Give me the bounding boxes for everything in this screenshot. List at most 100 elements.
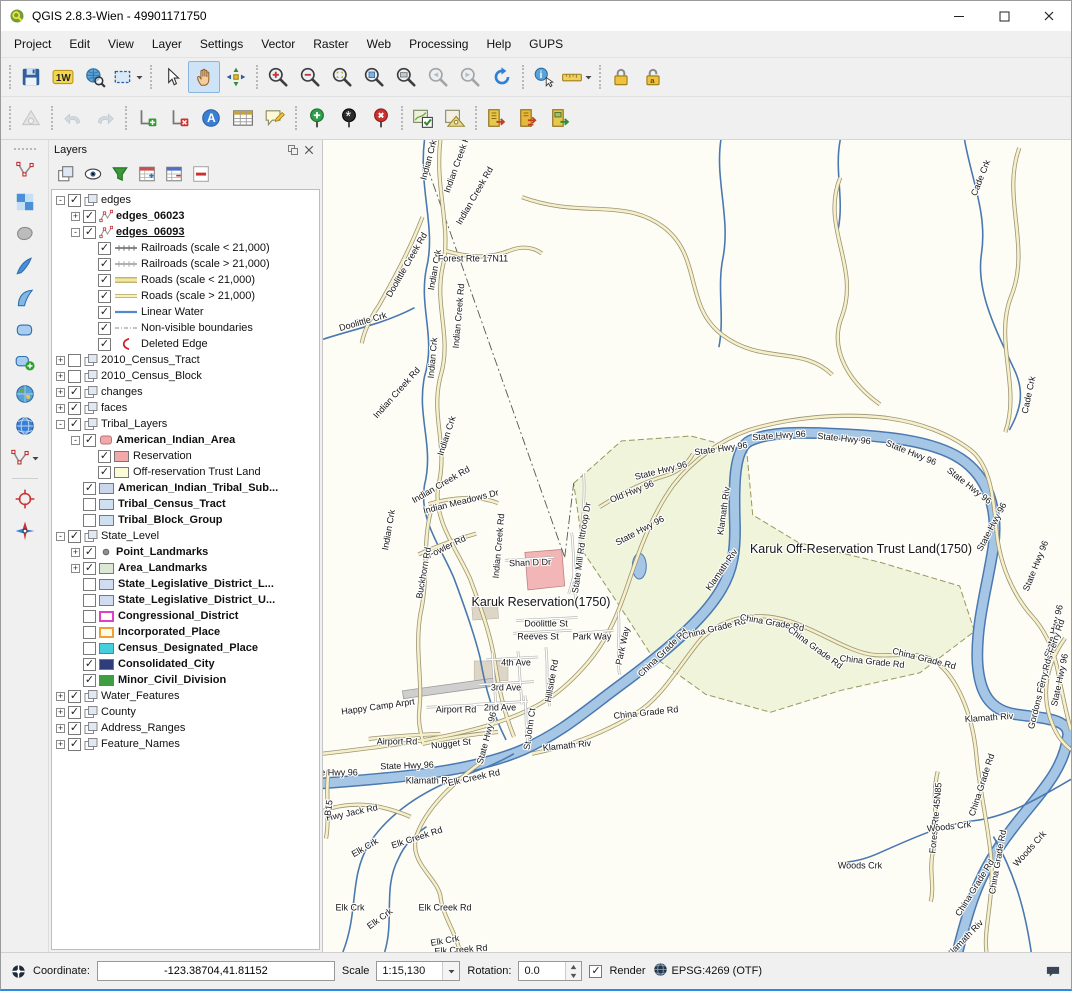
toolbar-handle[interactable]: [9, 106, 11, 130]
visibility-checkbox[interactable]: ✓: [68, 530, 81, 543]
export-map-3-button[interactable]: [545, 102, 577, 134]
measure-button[interactable]: [560, 61, 595, 93]
layer-row[interactable]: ✓Roads (scale < 21,000): [52, 272, 319, 288]
layer-row[interactable]: +2010_Census_Block: [52, 368, 319, 384]
visibility-checkbox[interactable]: ✓: [98, 450, 111, 463]
pan-cursor-button[interactable]: [156, 61, 188, 93]
layer-row[interactable]: +✓Water_Features: [52, 688, 319, 704]
visibility-checkbox[interactable]: [83, 610, 96, 623]
zoom-last-button[interactable]: [422, 61, 454, 93]
tree-expander[interactable]: +: [56, 724, 65, 733]
tree-expander[interactable]: +: [56, 372, 65, 381]
panel-close-button[interactable]: [301, 142, 317, 158]
layer-row[interactable]: ✓Consolidated_City: [52, 656, 319, 672]
bookmark-delete-button[interactable]: [365, 102, 397, 134]
undo-button[interactable]: [57, 102, 89, 134]
tree-expander[interactable]: -: [56, 420, 65, 429]
epsg-indicator[interactable]: EPSG:4269 (OTF): [653, 962, 762, 980]
visibility-checkbox[interactable]: [68, 354, 81, 367]
layer-row[interactable]: Census_Designated_Place: [52, 640, 319, 656]
visibility-checkbox[interactable]: ✓: [83, 674, 96, 687]
lock-labels-button[interactable]: a: [637, 61, 669, 93]
layer-row[interactable]: State_Legislative_District_L...: [52, 576, 319, 592]
toolbar-handle[interactable]: [9, 65, 11, 89]
layer-row[interactable]: ✓Reservation: [52, 448, 319, 464]
panel-float-button[interactable]: [285, 142, 301, 158]
chevron-down-icon[interactable]: [442, 962, 459, 980]
visibility-checkbox[interactable]: ✓: [68, 738, 81, 751]
toolbar-handle[interactable]: [295, 106, 297, 130]
chevron-down-icon[interactable]: [31, 454, 40, 463]
tree-expander[interactable]: +: [71, 564, 80, 573]
visibility-checkbox[interactable]: ✓: [98, 274, 111, 287]
visibility-checkbox[interactable]: ✓: [68, 418, 81, 431]
visibility-checkbox[interactable]: ✓: [68, 402, 81, 415]
layer-row[interactable]: +✓Point_Landmarks: [52, 544, 319, 560]
remove-layer-button[interactable]: [189, 162, 213, 185]
export-map-1-button[interactable]: [481, 102, 513, 134]
layer-row[interactable]: +✓edges_06023: [52, 208, 319, 224]
protractor-button[interactable]: [15, 102, 47, 134]
visibility-checkbox[interactable]: ✓: [98, 306, 111, 319]
visibility-checkbox[interactable]: [83, 498, 96, 511]
layer-row[interactable]: -✓edges_06093: [52, 224, 319, 240]
visibility-checkbox[interactable]: ✓: [98, 338, 111, 351]
scale-1w-button[interactable]: 1W: [47, 61, 79, 93]
attribute-table-button[interactable]: [227, 102, 259, 134]
rotation-spin-buttons[interactable]: [565, 962, 581, 980]
layer-row[interactable]: Tribal_Block_Group: [52, 512, 319, 528]
toolbar-handle[interactable]: [14, 148, 36, 150]
refresh-button[interactable]: [486, 61, 518, 93]
menu-web[interactable]: Web: [358, 33, 400, 55]
export-map-2-button[interactable]: [513, 102, 545, 134]
visibility-checkbox[interactable]: ✓: [83, 434, 96, 447]
tree-expander[interactable]: -: [56, 532, 65, 541]
visibility-checkbox[interactable]: ✓: [98, 242, 111, 255]
maximize-button[interactable]: [981, 1, 1026, 31]
menu-project[interactable]: Project: [5, 33, 60, 55]
bookmark-star-button[interactable]: *: [333, 102, 365, 134]
layer-row[interactable]: ✓Off-reservation Trust Land: [52, 464, 319, 480]
zoom-next-button[interactable]: [454, 61, 486, 93]
zoom-out-button[interactable]: [294, 61, 326, 93]
visibility-checkbox[interactable]: [68, 370, 81, 383]
layer-row[interactable]: ✓Railroads (scale < 21,000): [52, 240, 319, 256]
rotation-spinner[interactable]: 0.0: [518, 961, 582, 981]
redo-button[interactable]: [89, 102, 121, 134]
toolbar-handle[interactable]: [125, 106, 127, 130]
zoom-selection-button[interactable]: [358, 61, 390, 93]
rounded-shape-button[interactable]: [10, 315, 40, 345]
tree-expander[interactable]: +: [71, 212, 80, 221]
menu-processing[interactable]: Processing: [400, 33, 477, 55]
filter-legend-button[interactable]: [108, 162, 132, 185]
pan-hand-button[interactable]: [188, 61, 220, 93]
toolbar-handle[interactable]: [256, 65, 258, 89]
visibility-checkbox[interactable]: [83, 594, 96, 607]
lock-layers-button[interactable]: [605, 61, 637, 93]
checkerboard-button[interactable]: [10, 187, 40, 217]
toolbar-handle[interactable]: [150, 65, 152, 89]
paintbrush-button[interactable]: [10, 251, 40, 281]
region-grow-button[interactable]: [10, 219, 40, 249]
tree-expander[interactable]: +: [56, 708, 65, 717]
visibility-checkbox[interactable]: [83, 642, 96, 655]
visibility-checkbox[interactable]: ✓: [68, 690, 81, 703]
menu-raster[interactable]: Raster: [304, 33, 357, 55]
visibility-checkbox[interactable]: ✓: [68, 722, 81, 735]
tree-expander[interactable]: +: [56, 356, 65, 365]
menu-vector[interactable]: Vector: [252, 33, 304, 55]
tree-expander[interactable]: -: [56, 196, 65, 205]
expand-all-button[interactable]: [135, 162, 159, 185]
layer-row[interactable]: -✓American_Indian_Area: [52, 432, 319, 448]
toolbar-handle[interactable]: [475, 106, 477, 130]
tree-expander[interactable]: +: [71, 548, 80, 557]
toolbar-handle[interactable]: [599, 65, 601, 89]
minimize-button[interactable]: [936, 1, 981, 31]
visibility-checkbox[interactable]: ✓: [83, 482, 96, 495]
chevron-down-icon[interactable]: [134, 73, 145, 82]
layer-row[interactable]: Incorporated_Place: [52, 624, 319, 640]
zoom-in-button[interactable]: [262, 61, 294, 93]
visibility-checkbox[interactable]: ✓: [83, 546, 96, 559]
layer-row[interactable]: -✓State_Level: [52, 528, 319, 544]
save-button[interactable]: [15, 61, 47, 93]
